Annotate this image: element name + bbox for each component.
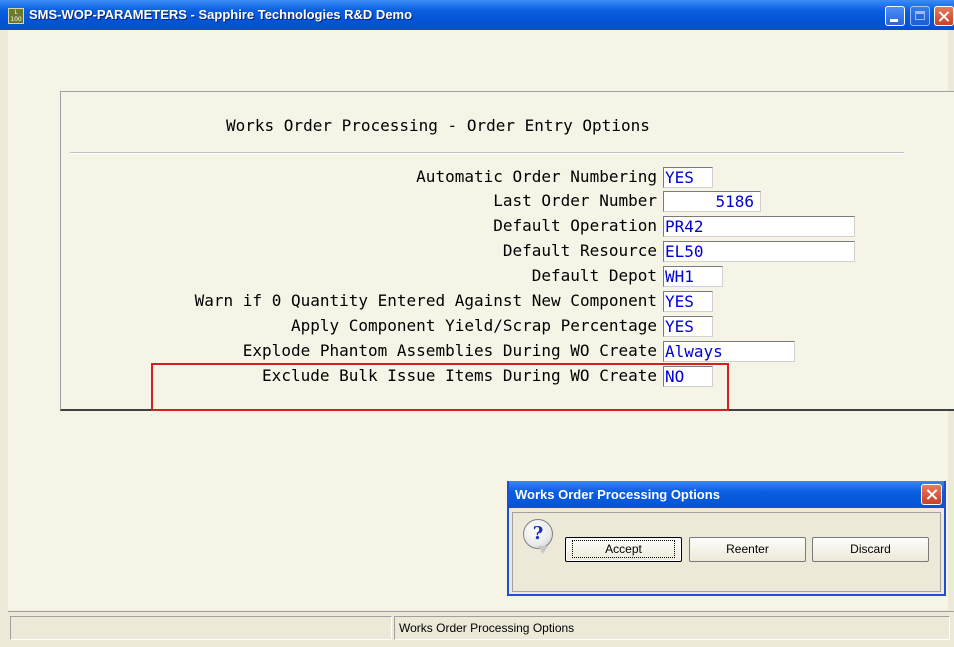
- field-last-order-number[interactable]: 5186: [663, 191, 761, 212]
- highlight-annotation-box: [151, 363, 729, 411]
- field-default-operation[interactable]: PR42: [663, 216, 855, 237]
- minimize-button[interactable]: [885, 6, 905, 26]
- label-explode-phantom: Explode Phantom Assemblies During WO Cre…: [242, 341, 657, 360]
- label-warn-zero-quantity: Warn if 0 Quantity Entered Against New C…: [194, 291, 657, 310]
- label-default-resource: Default Resource: [502, 241, 657, 260]
- label-automatic-order-numbering: Automatic Order Numbering: [416, 167, 657, 186]
- field-warn-zero-quantity[interactable]: YES: [663, 291, 713, 312]
- discard-button[interactable]: Discard: [812, 537, 929, 562]
- label-default-operation: Default Operation: [493, 216, 657, 235]
- field-default-resource[interactable]: EL50: [663, 241, 855, 262]
- panel-divider: [70, 152, 904, 154]
- label-apply-yield-scrap: Apply Component Yield/Scrap Percentage: [290, 316, 657, 335]
- status-pane-left: [10, 616, 392, 640]
- options-dialog: Works Order Processing Options ? Accept …: [507, 481, 946, 596]
- accept-button[interactable]: Accept: [565, 537, 682, 562]
- app-icon: L 100: [8, 8, 24, 24]
- dialog-titlebar[interactable]: Works Order Processing Options: [509, 481, 944, 508]
- accept-button-label: Accept: [572, 540, 675, 558]
- close-button[interactable]: [934, 6, 954, 26]
- status-bar: Works Order Processing Options: [8, 611, 954, 644]
- status-message: Works Order Processing Options: [394, 616, 950, 640]
- window-title: SMS-WOP-PARAMETERS - Sapphire Technologi…: [29, 7, 413, 22]
- question-icon: ?: [523, 519, 553, 554]
- maximize-button[interactable]: [910, 6, 930, 26]
- dialog-close-button[interactable]: [921, 484, 942, 505]
- field-apply-yield-scrap[interactable]: YES: [663, 316, 713, 337]
- field-explode-phantom[interactable]: Always: [663, 341, 795, 362]
- label-last-order-number: Last Order Number: [493, 191, 657, 210]
- field-automatic-order-numbering[interactable]: YES: [663, 167, 713, 188]
- label-default-depot: Default Depot: [531, 266, 657, 285]
- dialog-title: Works Order Processing Options: [515, 487, 720, 502]
- reenter-button[interactable]: Reenter: [689, 537, 806, 562]
- field-default-depot[interactable]: WH1: [663, 266, 723, 287]
- panel-title: Works Order Processing - Order Entry Opt…: [226, 116, 650, 135]
- window-titlebar[interactable]: L 100 SMS-WOP-PARAMETERS - Sapphire Techn…: [0, 0, 954, 30]
